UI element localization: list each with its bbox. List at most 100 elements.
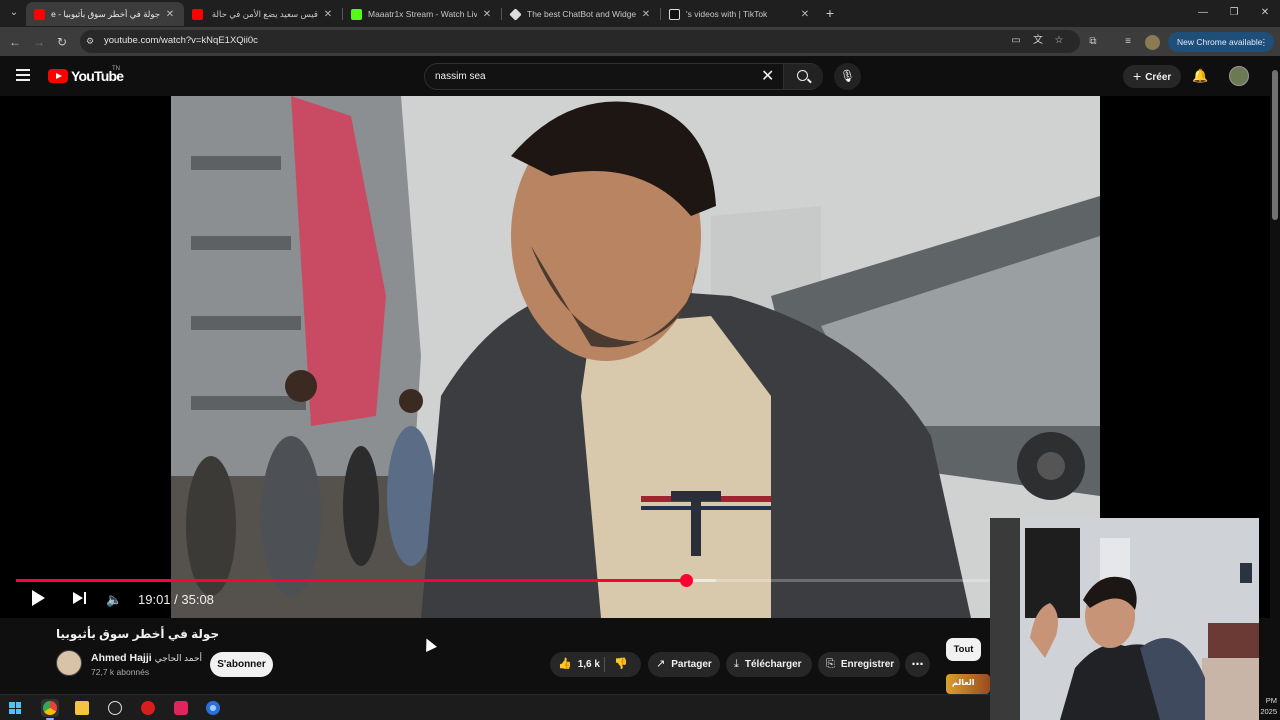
minimize-icon[interactable]: — bbox=[1194, 5, 1212, 21]
browser-tabstrip: ⌄ جولة في أخطر سوق بأثيوبيا - YouTube ✕ … bbox=[0, 0, 1280, 27]
url-text[interactable]: youtube.com/watch?v=kNqE1XQii0c bbox=[104, 35, 258, 46]
clear-search-icon[interactable]: ✕ bbox=[761, 69, 774, 85]
bookmark-icon: ⎘ bbox=[826, 658, 835, 670]
tab-title: Maaatr1x Stream - Watch Live bbox=[368, 9, 477, 19]
more-actions-icon[interactable]: ⋯ bbox=[905, 652, 930, 677]
subscriber-count: 72,7 k abonnés bbox=[91, 667, 150, 677]
play-icon[interactable] bbox=[32, 590, 46, 606]
close-tab-icon[interactable]: ✕ bbox=[164, 9, 176, 20]
folder-icon bbox=[75, 701, 89, 715]
taskbar-record-icon[interactable] bbox=[139, 699, 157, 717]
like-count: 1,6 k bbox=[577, 659, 600, 670]
taskbar-browser-icon[interactable] bbox=[204, 699, 222, 717]
share-button[interactable]: ↗ Partager bbox=[648, 652, 720, 677]
cast-icon[interactable]: ▭ bbox=[1009, 34, 1023, 48]
share-icon: ↗ bbox=[656, 658, 666, 670]
site-info-icon[interactable]: ⚙ bbox=[86, 35, 98, 47]
extensions-icon[interactable]: ⧉ bbox=[1085, 34, 1101, 50]
download-button[interactable]: ⤓ Télécharger bbox=[726, 652, 812, 677]
taskbar-app-icon[interactable] bbox=[172, 699, 190, 717]
video-title: جولة في أخطر سوق بأثيوبيا bbox=[56, 627, 220, 641]
close-tab-icon[interactable]: ✕ bbox=[322, 9, 334, 20]
logo-country-code: TN bbox=[112, 66, 120, 72]
create-button[interactable]: + Créer bbox=[1123, 65, 1181, 88]
youtube-masthead: YouTube TN nassim sea ✕ 🎙 + Créer 🔔 bbox=[0, 56, 1280, 96]
browser-tab-5[interactable]: 's videos with | TikTok ✕ bbox=[661, 2, 819, 26]
browser-tab-3[interactable]: Maaatr1x Stream - Watch Live ✕ bbox=[343, 2, 501, 26]
browser-tab-4[interactable]: The best ChatBot and Widgets ✕ bbox=[502, 2, 660, 26]
download-icon: ⤓ bbox=[734, 658, 739, 670]
save-label: Enregistrer bbox=[840, 659, 895, 670]
chip-all[interactable]: Tout bbox=[946, 638, 981, 661]
youtube-logo-icon[interactable] bbox=[48, 69, 68, 83]
subscribe-button[interactable]: S'abonner bbox=[210, 652, 273, 677]
notifications-bell-icon[interactable]: 🔔 bbox=[1192, 68, 1208, 84]
channel-avatar[interactable] bbox=[56, 650, 82, 676]
restore-icon[interactable]: ❐ bbox=[1225, 5, 1243, 21]
translate-icon[interactable]: 文 bbox=[1031, 34, 1045, 48]
progress-played bbox=[16, 579, 687, 582]
like-dislike-group: 👍 1,6 k 👎 bbox=[550, 652, 641, 677]
screen: ⌄ جولة في أخطر سوق بأثيوبيا - YouTube ✕ … bbox=[0, 0, 1280, 720]
page-scrollbar[interactable] bbox=[1270, 56, 1280, 694]
tab-title: 's videos with | TikTok bbox=[686, 9, 768, 19]
download-label: Télécharger bbox=[744, 659, 802, 670]
browser-tab-2[interactable]: قيس سعيد يضع الأمن في حالة ✕ bbox=[184, 2, 342, 26]
taskbar-explorer-icon[interactable] bbox=[73, 699, 91, 717]
close-window-icon[interactable]: ✕ bbox=[1256, 5, 1274, 21]
search-box[interactable]: nassim sea ✕ bbox=[424, 63, 823, 90]
browser-profile-avatar[interactable] bbox=[1145, 35, 1160, 50]
thumbnail-text: العالم bbox=[952, 678, 975, 687]
scrollbar-thumb[interactable] bbox=[1272, 70, 1278, 220]
search-input[interactable]: nassim sea bbox=[435, 71, 486, 82]
voice-search-icon[interactable]: 🎙 bbox=[834, 63, 861, 90]
back-icon[interactable]: ← bbox=[6, 33, 24, 51]
guide-menu-icon[interactable] bbox=[16, 69, 30, 81]
bookmark-star-icon[interactable]: ☆ bbox=[1052, 34, 1066, 48]
youtube-favicon-icon bbox=[192, 8, 203, 20]
search-button[interactable] bbox=[783, 64, 823, 89]
chrome-menu-icon[interactable]: ⋮ bbox=[1260, 32, 1269, 52]
close-tab-icon[interactable]: ✕ bbox=[799, 9, 811, 20]
volume-icon[interactable]: 🔈 bbox=[106, 592, 122, 608]
blue-app-icon bbox=[206, 701, 220, 715]
browser-toolbar: ← → ↻ ⚙ youtube.com/watch?v=kNqE1XQii0c … bbox=[0, 27, 1280, 56]
taskbar-obs-icon[interactable] bbox=[106, 699, 124, 717]
create-label: Créer bbox=[1145, 72, 1172, 83]
next-video-icon[interactable] bbox=[72, 590, 88, 606]
mouse-cursor bbox=[421, 636, 437, 652]
save-button[interactable]: ⎘ Enregistrer bbox=[818, 652, 900, 677]
address-bar[interactable]: ⚙ youtube.com/watch?v=kNqE1XQii0c ▭ 文 ☆ bbox=[80, 30, 1080, 53]
close-tab-icon[interactable]: ✕ bbox=[481, 9, 493, 20]
channel-name[interactable]: Ahmed Hajji أحمد الحاجي bbox=[91, 652, 202, 664]
windows-taskbar bbox=[0, 694, 990, 720]
tab-title: قيس سعيد يضع الأمن في حالة bbox=[211, 8, 318, 19]
progress-bar[interactable] bbox=[16, 574, 990, 587]
share-label: Partager bbox=[671, 659, 712, 670]
like-button[interactable]: 👍 1,6 k bbox=[550, 652, 604, 677]
forward-icon[interactable]: → bbox=[30, 33, 48, 51]
channel-name-latin[interactable]: Ahmed Hajji bbox=[91, 652, 152, 664]
windows-start-icon[interactable] bbox=[9, 702, 21, 714]
related-video-thumbnail[interactable]: العالم bbox=[946, 674, 990, 694]
tiktok-favicon-icon bbox=[669, 8, 680, 20]
tab-search-button[interactable]: ⌄ bbox=[4, 4, 24, 22]
webcam-still bbox=[990, 518, 1259, 720]
reading-list-icon[interactable]: ≡ bbox=[1120, 34, 1136, 50]
dislike-button[interactable]: 👎 bbox=[614, 652, 628, 677]
like-divider bbox=[604, 657, 605, 672]
clock-date: 2025 bbox=[1260, 707, 1277, 716]
video-frame[interactable] bbox=[171, 96, 1100, 618]
video-still bbox=[171, 96, 1100, 618]
reload-icon[interactable]: ↻ bbox=[53, 33, 71, 51]
channel-name-arabic[interactable]: أحمد الحاجي bbox=[155, 653, 202, 663]
taskbar-chrome-icon[interactable] bbox=[41, 699, 59, 720]
taskbar-clock[interactable]: PM 2025 bbox=[1255, 695, 1277, 717]
account-avatar[interactable] bbox=[1229, 66, 1249, 86]
new-chrome-available-button[interactable]: New Chrome available ⋮ bbox=[1168, 32, 1274, 52]
youtube-favicon-icon bbox=[34, 8, 45, 20]
browser-tab-1[interactable]: جولة في أخطر سوق بأثيوبيا - YouTube ✕ bbox=[26, 2, 184, 26]
new-tab-button[interactable]: + bbox=[822, 4, 838, 22]
close-tab-icon[interactable]: ✕ bbox=[640, 9, 652, 20]
thumbs-down-icon: 👎 bbox=[614, 658, 628, 670]
